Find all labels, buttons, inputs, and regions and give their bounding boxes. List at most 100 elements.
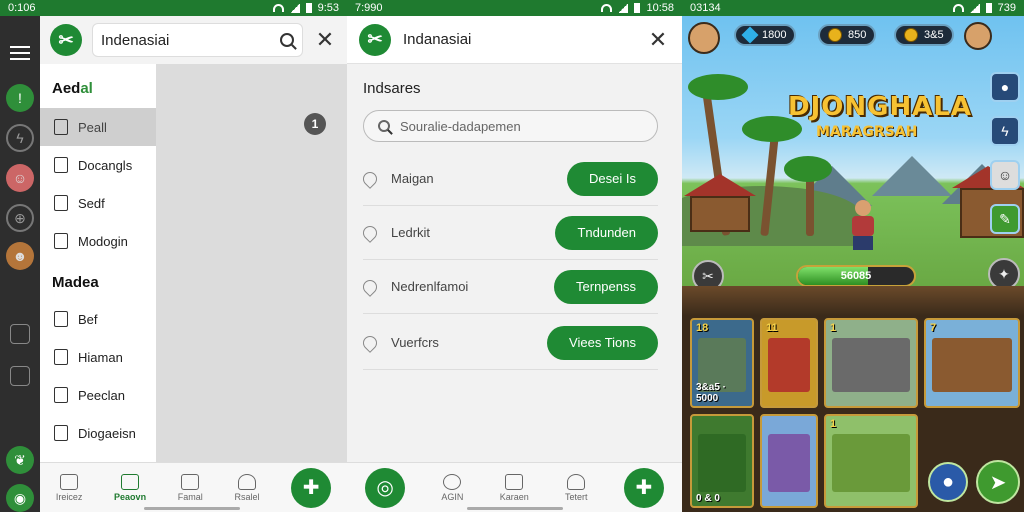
row-action-button[interactable]: Desei Is <box>567 161 658 196</box>
drawer-item-4[interactable]: Modogin <box>40 222 156 260</box>
rail-square-icon[interactable] <box>10 366 30 386</box>
unit-card-4[interactable]: 7 <box>924 318 1020 408</box>
rail-game-icon[interactable]: ☻ <box>6 242 34 270</box>
hamburger-menu-icon[interactable] <box>10 46 30 60</box>
rail-bolt-icon[interactable]: ϟ <box>6 124 34 152</box>
app-logo-icon[interactable]: ✂ <box>50 24 82 56</box>
compass-icon: ✦ <box>998 265 1010 282</box>
drawer-item-label: Peeclan <box>78 387 125 403</box>
globe-action-button[interactable]: ● <box>928 462 968 502</box>
checkbox-icon <box>54 425 68 441</box>
gem-counter[interactable]: 1800 <box>734 24 797 46</box>
tool-icon: ✂ <box>702 267 714 284</box>
globe-icon: ● <box>1000 79 1010 95</box>
side-bolt-button[interactable]: ϟ <box>990 116 1020 146</box>
battery-icon <box>634 3 641 13</box>
drawer-item-3[interactable]: Sedf <box>40 184 156 222</box>
rail-eye-icon[interactable]: ◉ <box>6 484 34 512</box>
side-globe-button[interactable]: ● <box>990 72 1020 102</box>
fab-add-person-button[interactable]: ✚ <box>291 467 332 508</box>
unit-card-5[interactable]: 0 & 0 <box>690 414 754 508</box>
drawer-item-label: Docangls <box>78 157 133 173</box>
hero-character[interactable] <box>850 200 876 252</box>
fab-add-person-button[interactable]: ✚ <box>623 467 664 508</box>
nav-logo-button[interactable]: ◎ <box>365 467 406 508</box>
phone-icon <box>360 332 380 353</box>
rail-avatar-icon[interactable]: ☺ <box>6 164 34 192</box>
list-item-label: Ledrkit <box>391 225 431 240</box>
nav-item-4[interactable]: Rsalel <box>234 473 259 502</box>
person-icon <box>237 473 256 490</box>
nav-item-search[interactable]: AGIN <box>441 473 463 502</box>
unit-card-7[interactable]: 1 <box>824 414 918 508</box>
document-icon <box>54 233 68 249</box>
nav-item-1[interactable]: Ireicez <box>55 473 83 502</box>
ground-strip <box>682 286 1024 316</box>
player-avatar[interactable] <box>688 22 720 54</box>
unit-card-1[interactable]: 18 3&a5 · 5000 <box>690 318 754 408</box>
drawer-section-title-accent: al <box>80 80 93 97</box>
card-art <box>832 434 910 492</box>
progress-text: 56085 <box>840 270 872 282</box>
card-art <box>932 338 1012 392</box>
signal-icon <box>618 3 629 13</box>
edit-icon <box>54 311 68 327</box>
drawer-item-5[interactable]: Bef <box>40 300 156 338</box>
search-icon <box>378 120 390 132</box>
nav-label: Ireicez <box>55 491 83 502</box>
search-input-value[interactable]: Indenasiai <box>101 32 169 49</box>
gold-counter[interactable]: 3&5 <box>894 24 954 46</box>
side-character-button[interactable]: ☺ <box>990 160 1020 190</box>
nav-item-2[interactable]: Peaovn <box>114 473 146 502</box>
friend-avatar[interactable] <box>964 22 992 50</box>
drawer-item-7[interactable]: Peeclan <box>40 376 156 414</box>
row-action-button[interactable]: Viees Tions <box>547 325 658 360</box>
card-art <box>768 434 810 492</box>
panel-list-screen: 7:990 10:58 ✂ Indanasiai ✕ Indsares Sour… <box>347 0 682 512</box>
close-icon[interactable]: ✕ <box>313 27 337 53</box>
rail-info-icon[interactable]: ! <box>6 84 34 112</box>
unit-card-6[interactable] <box>760 414 818 508</box>
document-icon <box>54 119 68 135</box>
game-title: DJONGHALA <box>788 92 973 122</box>
drawer-item-1[interactable]: Peall <box>40 108 156 146</box>
navigation-drawer: Aedal Peall Docangls Sedf Modogin Madea … <box>40 64 156 462</box>
unit-card-3[interactable]: 1 <box>824 318 918 408</box>
hero-head <box>855 200 871 216</box>
nav-item-3[interactable]: Famal <box>178 473 203 502</box>
drawer-item-label: Bef <box>78 311 98 327</box>
experience-progress-bar: 56085 <box>796 265 916 287</box>
row-action-button[interactable]: Ternpenss <box>554 269 658 304</box>
drawer-item-8[interactable]: Diogaeisn <box>40 414 156 452</box>
search-input[interactable]: Souralie-dadapemen <box>363 110 658 142</box>
search-field[interactable]: Indenasiai <box>92 23 303 57</box>
app-logo-icon[interactable]: ✂ <box>359 23 391 56</box>
mountain <box>872 156 952 196</box>
rail-leaf-icon[interactable]: ❦ <box>6 446 34 474</box>
nav-item-profile[interactable]: Tetert <box>565 473 588 502</box>
close-icon[interactable]: ✕ <box>646 27 670 53</box>
drawer-item-6[interactable]: Hiaman <box>40 338 156 376</box>
character-icon: ☺ <box>997 167 1013 183</box>
list-item: Nedrenlfamoi Ternpenss <box>360 260 658 314</box>
document-icon <box>54 157 68 173</box>
status-clock: 10:58 <box>646 2 674 14</box>
app-rail: ! ϟ ☺ ⊕ ☻ ❦ ◉ <box>0 16 40 512</box>
unit-card-2[interactable]: 11 <box>760 318 818 408</box>
drawer-item-2[interactable]: Docangls <box>40 146 156 184</box>
card-caption: 3&a5 · 5000 <box>696 382 727 404</box>
play-action-button[interactable]: ➤ <box>976 460 1020 504</box>
rail-globe-icon[interactable]: ⊕ <box>6 204 34 232</box>
page-title: Indanasiai <box>403 31 472 48</box>
hut <box>690 196 750 232</box>
side-edit-button[interactable]: ✎ <box>990 204 1020 234</box>
mail-icon <box>505 473 524 490</box>
rail-folder-icon[interactable] <box>10 324 30 344</box>
gem-value: 1800 <box>762 29 787 41</box>
search-icon[interactable] <box>280 33 294 47</box>
gold-icon <box>904 28 918 42</box>
nav-item-mail[interactable]: Karaen <box>500 473 529 502</box>
row-action-button[interactable]: Tndunden <box>555 215 658 250</box>
status-time: 0:106 <box>8 2 36 14</box>
coin-counter[interactable]: 850 <box>818 24 877 46</box>
